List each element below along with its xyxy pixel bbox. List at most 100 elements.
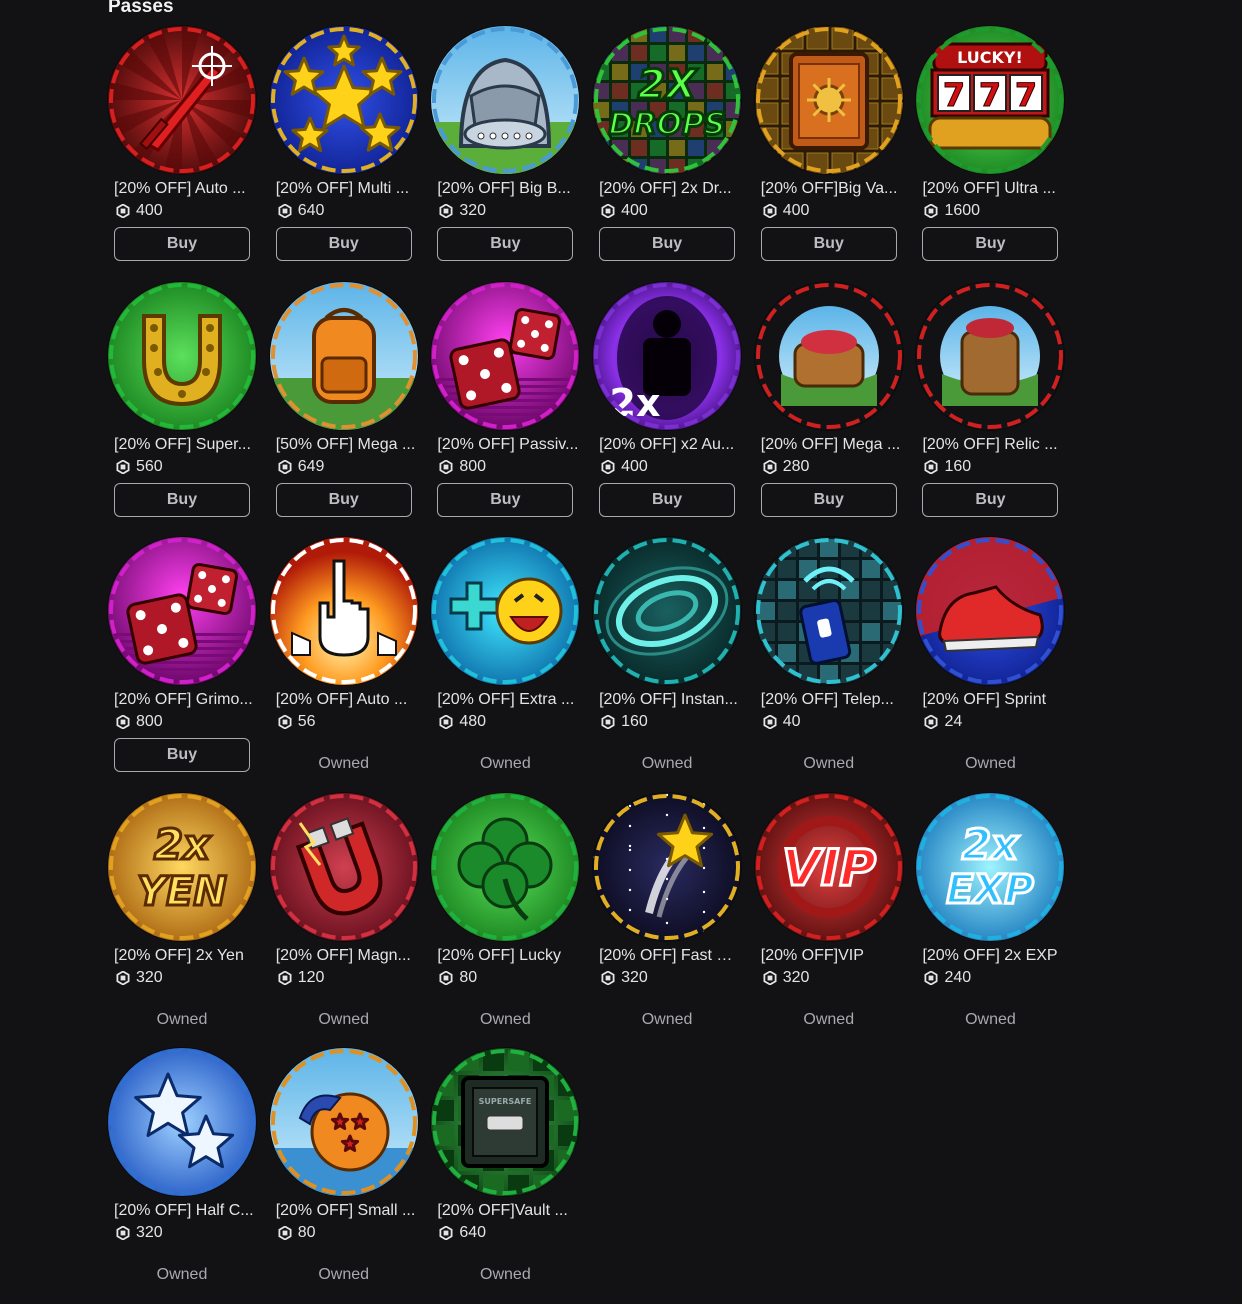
shooting-star-icon[interactable] xyxy=(593,792,742,941)
buy-button[interactable]: Buy xyxy=(599,482,736,517)
pass-name[interactable]: [20% OFF] 2x Yen xyxy=(114,947,256,965)
robux-icon xyxy=(924,459,938,474)
pass-card[interactable]: [20% OFF] Mega ... 280 Buy xyxy=(754,281,905,532)
pass-card[interactable]: [20% OFF] Small ... 80 Owned xyxy=(269,1048,420,1298)
pass-card[interactable]: [20% OFF] Fast O... 320 Owned xyxy=(593,792,743,1043)
pass-card[interactable]: [20% OFF] Extra ... 480 Owned xyxy=(431,537,581,787)
pass-card[interactable]: [20% OFF] Passiv... 800 Buy xyxy=(431,281,581,532)
pass-card[interactable]: [20% OFF] Instan... 160 Owned xyxy=(593,537,743,787)
pass-card[interactable]: 2x [20% OFF] x2 Au... 400 Buy xyxy=(593,281,743,532)
buy-button[interactable]: Buy xyxy=(599,227,736,261)
horseshoe-icon[interactable] xyxy=(108,281,256,430)
pass-card[interactable]: 2x EXP [20% OFF] 2x EXP 240 Owned xyxy=(916,792,1066,1043)
orange-backpack-icon[interactable] xyxy=(269,281,418,430)
pass-name[interactable]: [20% OFF] Super... xyxy=(114,436,256,454)
red-sword-icon[interactable] xyxy=(108,26,256,174)
pass-name[interactable]: [20% OFF] Grimo... xyxy=(114,691,256,709)
dice-icon[interactable] xyxy=(108,537,256,685)
stars-icon[interactable] xyxy=(269,26,418,174)
pass-card[interactable]: SUPERSAFE [20% OFF]Vault ... 640 Owned xyxy=(431,1048,581,1298)
buy-button[interactable]: Buy xyxy=(114,482,250,517)
pass-name[interactable]: [20% OFF] Mega ... xyxy=(761,436,903,454)
pass-name[interactable]: [20% OFF]Big Va... xyxy=(761,180,903,198)
pass-card[interactable]: [20% OFF] Auto ... 56 Owned xyxy=(269,537,420,787)
pass-name[interactable]: [20% OFF] x2 Au... xyxy=(599,436,741,454)
pass-name[interactable]: [20% OFF] Small ... xyxy=(276,1202,418,1220)
instant-swirl-icon[interactable] xyxy=(593,537,742,685)
pass-name[interactable]: [20% OFF]Vault ... xyxy=(437,1202,579,1220)
pass-card[interactable]: LUCKY! 777 [20% OFF] Ultra ... 1600 Buy xyxy=(916,26,1066,276)
pass-name[interactable]: [20% OFF] Extra ... xyxy=(437,691,579,709)
pass-name[interactable]: [20% OFF] 2x Dr... xyxy=(599,180,741,198)
pass-name[interactable]: [20% OFF] Auto ... xyxy=(114,180,256,198)
buy-button[interactable]: Buy xyxy=(114,227,250,261)
pass-name[interactable]: [20% OFF] Sprint xyxy=(922,691,1064,709)
pass-card[interactable]: [20% OFF]Big Va... 400 Buy xyxy=(754,26,905,276)
owned-label: Owned xyxy=(803,755,855,772)
buy-button[interactable]: Buy xyxy=(275,482,412,517)
pass-card[interactable]: [20% OFF] Auto ... 400 Buy xyxy=(108,26,258,276)
2x-yen-icon[interactable]: 2x YEN xyxy=(108,792,256,941)
buy-button[interactable]: Buy xyxy=(760,482,897,517)
buy-button[interactable]: Buy xyxy=(922,227,1059,261)
pass-name[interactable]: [20% OFF] Ultra ... xyxy=(922,180,1064,198)
pass-name[interactable]: [20% OFF] Big B... xyxy=(437,180,579,198)
dice-icon[interactable] xyxy=(431,281,580,430)
buy-button[interactable]: Buy xyxy=(114,738,250,772)
owned-label: Owned xyxy=(156,1010,208,1028)
buy-button[interactable]: Buy xyxy=(922,482,1059,517)
pass-card[interactable]: [20% OFF] Multi ... 640 Buy xyxy=(269,26,420,276)
vip-icon[interactable]: VIP xyxy=(754,792,903,941)
backpack-bag-icon[interactable] xyxy=(431,26,580,174)
plus-emoji-icon[interactable] xyxy=(431,537,580,685)
auto-click-hands-icon[interactable] xyxy=(269,537,418,685)
pass-name[interactable]: [20% OFF] Half C... xyxy=(114,1202,256,1220)
pass-card[interactable]: [20% OFF] Magn... 120 Owned xyxy=(269,792,420,1043)
pass-name[interactable]: [20% OFF] Multi ... xyxy=(276,180,418,198)
sneaker-icon[interactable] xyxy=(916,537,1065,685)
pass-name[interactable]: [20% OFF] Instan... xyxy=(599,691,741,709)
pass-name[interactable]: [20% OFF] Fast O... xyxy=(599,947,741,965)
pass-name[interactable]: [20% OFF] Telep... xyxy=(761,691,903,709)
pass-name[interactable]: [20% OFF]VIP xyxy=(761,947,903,965)
pass-card[interactable]: [20% OFF] Big B... 320 Buy xyxy=(431,26,581,276)
pass-card[interactable]: 2X DROPS [20% OFF] 2x Dr... 400 Buy xyxy=(593,26,743,276)
pass-name[interactable]: [20% OFF] Lucky xyxy=(437,947,579,965)
2x-exp-icon[interactable]: 2x EXP xyxy=(916,792,1065,941)
aura-silhouette-icon[interactable]: 2x xyxy=(593,281,742,430)
pass-name[interactable]: [20% OFF] 2x EXP xyxy=(922,947,1064,965)
robux-icon xyxy=(116,970,130,985)
buy-button[interactable]: Buy xyxy=(760,227,897,261)
pass-price: 649 xyxy=(278,458,324,476)
dragon-ball-icon[interactable] xyxy=(269,1048,418,1196)
half-stars-icon[interactable] xyxy=(108,1048,256,1196)
teleport-remote-icon[interactable] xyxy=(754,537,903,685)
pass-card[interactable]: [20% OFF] Lucky 80 Owned xyxy=(431,792,581,1043)
robux-icon xyxy=(439,1226,453,1240)
pass-card[interactable]: [20% OFF] Sprint 24 Owned xyxy=(916,537,1066,787)
pass-card[interactable]: [20% OFF] Telep... 40 Owned xyxy=(754,537,905,787)
pass-name[interactable]: [20% OFF] Magn... xyxy=(276,947,418,965)
vault-safe-icon[interactable] xyxy=(754,26,903,174)
buy-button[interactable]: Buy xyxy=(437,227,574,261)
magnet-icon[interactable] xyxy=(269,792,418,941)
green-vault-icon[interactable]: SUPERSAFE xyxy=(431,1048,580,1196)
pass-card[interactable]: VIP [20% OFF]VIP 320 Owned xyxy=(754,792,905,1043)
lucky-777-slot-icon[interactable]: LUCKY! 777 xyxy=(916,26,1065,174)
pass-name[interactable]: [20% OFF] Passiv... xyxy=(437,436,579,454)
pass-card[interactable]: 2x YEN [20% OFF] 2x Yen 320 Owned xyxy=(108,792,258,1043)
relic-bag-icon[interactable] xyxy=(916,281,1065,430)
buy-button[interactable]: Buy xyxy=(437,482,574,517)
buy-button[interactable]: Buy xyxy=(275,227,412,261)
treasure-bag-icon[interactable] xyxy=(754,281,903,430)
pass-name[interactable]: [20% OFF] Relic ... xyxy=(922,436,1064,454)
pass-card[interactable]: [20% OFF] Grimo... 800 Buy xyxy=(108,537,258,787)
pass-card[interactable]: [20% OFF] Super... 560 Buy xyxy=(108,281,258,532)
pass-card[interactable]: [50% OFF] Mega ... 649 Buy xyxy=(269,281,420,532)
pass-card[interactable]: [20% OFF] Relic ... 160 Buy xyxy=(916,281,1066,532)
pass-name[interactable]: [50% OFF] Mega ... xyxy=(276,436,418,454)
2x-drops-icon[interactable]: 2X DROPS xyxy=(593,26,742,174)
pass-card[interactable]: [20% OFF] Half C... 320 Owned xyxy=(108,1048,258,1298)
pass-name[interactable]: [20% OFF] Auto ... xyxy=(276,691,418,709)
clover-icon[interactable] xyxy=(431,792,580,941)
